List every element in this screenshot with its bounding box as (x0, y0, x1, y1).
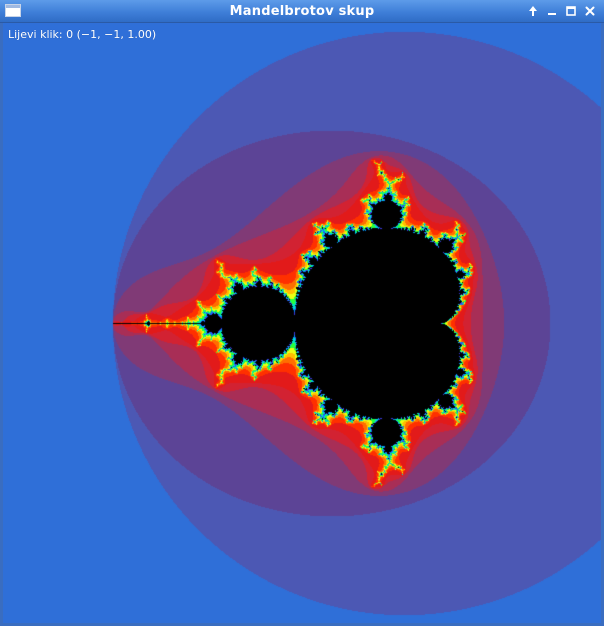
mandelbrot-canvas[interactable] (3, 23, 601, 623)
fractal-view[interactable]: Lijevi klik: 0 (−1, −1, 1.00) (3, 23, 601, 623)
window-title: Mandelbrotov skup (229, 4, 375, 19)
close-icon[interactable] (582, 3, 598, 19)
maximize-icon[interactable] (563, 3, 579, 19)
click-status-label: Lijevi klik: 0 (−1, −1, 1.00) (8, 28, 157, 41)
app-window: Mandelbrotov skup Lijevi klik: 0 (−1, −1… (0, 0, 604, 626)
minimize-icon[interactable] (544, 3, 560, 19)
title-bar[interactable]: Mandelbrotov skup (0, 0, 604, 23)
arrow-up-icon[interactable] (525, 3, 541, 19)
window-controls (525, 3, 598, 19)
